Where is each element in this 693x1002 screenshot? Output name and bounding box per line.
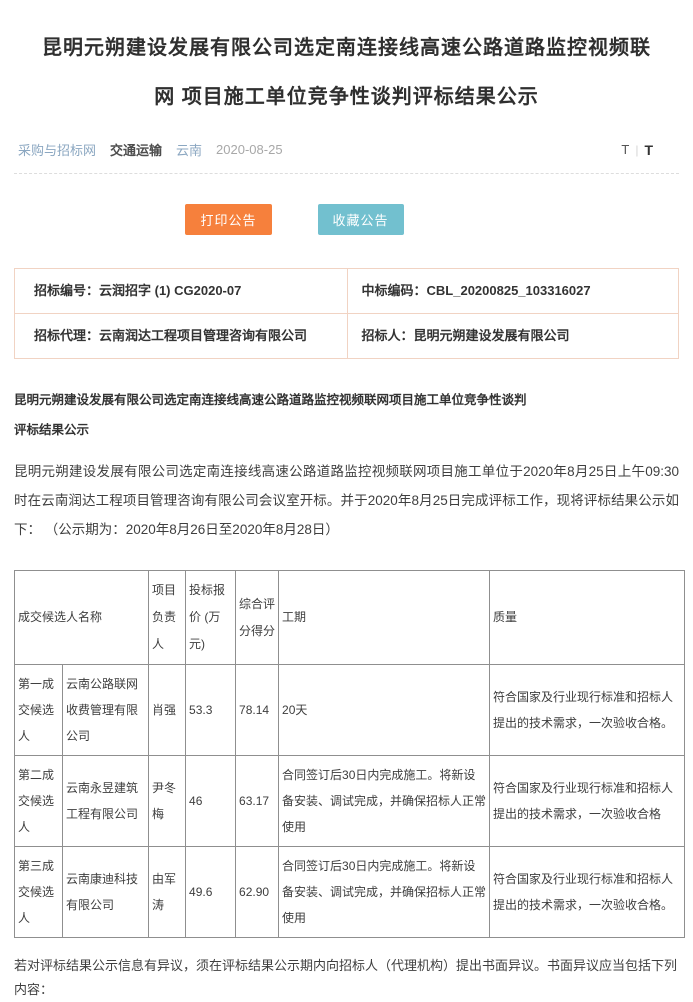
meta-bar: 采购与招标网 交通运输 云南 2020-08-25 T | T — [14, 140, 679, 174]
tender-info-box: 招标编号：云润招字 (1) CG2020-07 中标编码：CBL_2020082… — [14, 268, 679, 359]
cell-rank: 第一成交候选人 — [15, 665, 63, 756]
evaluation-result-table: 成交候选人名称 项目负责人 投标报价 (万元) 综合评分得分 工期 质量 第一成… — [14, 570, 685, 938]
cell-duration: 合同签订后30日内完成施工。将新设备安装、调试完成，并确保招标人正常使用 — [279, 847, 490, 938]
table-row: 第二成交候选人 云南永昱建筑工程有限公司 尹冬梅 46 63.17 合同签订后3… — [15, 756, 685, 847]
cell-manager: 肖强 — [149, 665, 186, 756]
tenderee-value: 昆明元朔建设发展有限公司 — [414, 328, 570, 343]
meta-info: 采购与招标网 交通运输 云南 2020-08-25 — [18, 140, 283, 159]
page-title-line1: 昆明元朔建设发展有限公司选定南连接线高速公路道路监控视频联 — [42, 37, 651, 59]
cell-rank: 第三成交候选人 — [15, 847, 63, 938]
page-title: 昆明元朔建设发展有限公司选定南连接线高速公路道路监控视频联 网 项目施工单位竞争… — [14, 24, 679, 122]
region-link[interactable]: 云南 — [176, 140, 202, 159]
agent-value: 云南润达工程项目管理咨询有限公司 — [99, 328, 307, 343]
cell-manager: 由军涛 — [149, 847, 186, 938]
table-header-row: 成交候选人名称 项目负责人 投标报价 (万元) 综合评分得分 工期 质量 — [15, 571, 685, 665]
cell-name: 云南康迪科技有限公司 — [63, 847, 149, 938]
cell-score: 78.14 — [236, 665, 279, 756]
favorite-announcement-button[interactable]: 收藏公告 — [318, 204, 404, 235]
notice-body: 昆明元朔建设发展有限公司选定南连接线高速公路道路监控视频联网项目施工单位于202… — [14, 457, 679, 544]
bid-number-value: 云润招字 (1) CG2020-07 — [99, 283, 241, 298]
cell-quality: 符合国家及行业现行标准和招标人提出的技术需求，一次验收合格 — [490, 756, 685, 847]
font-size-small-button[interactable]: T — [621, 142, 629, 157]
bid-number-cell: 招标编号：云润招字 (1) CG2020-07 — [15, 269, 347, 313]
cell-name: 云南永昱建筑工程有限公司 — [63, 756, 149, 847]
notice-heading-line1: 昆明元朔建设发展有限公司选定南连接线高速公路道路监控视频联网项目施工单位竞争性谈… — [14, 385, 679, 415]
header-quality: 质量 — [490, 571, 685, 665]
cell-duration: 20天 — [279, 665, 490, 756]
table-row: 第三成交候选人 云南康迪科技有限公司 由军涛 49.6 62.90 合同签订后3… — [15, 847, 685, 938]
cell-price: 46 — [186, 756, 236, 847]
header-manager: 项目负责人 — [149, 571, 186, 665]
tenderee-label: 招标人： — [362, 328, 414, 343]
cell-quality: 符合国家及行业现行标准和招标人提出的技术需求，一次验收合格。 — [490, 665, 685, 756]
notice-heading: 昆明元朔建设发展有限公司选定南连接线高速公路道路监控视频联网项目施工单位竞争性谈… — [14, 385, 679, 445]
win-number-value: CBL_20200825_103316027 — [427, 283, 591, 298]
category-label: 交通运输 — [110, 140, 162, 159]
font-size-divider: | — [635, 143, 638, 157]
win-number-cell: 中标编码：CBL_20200825_103316027 — [347, 269, 679, 313]
cell-manager: 尹冬梅 — [149, 756, 186, 847]
font-size-controls: T | T — [621, 142, 675, 158]
print-announcement-button[interactable]: 打印公告 — [185, 204, 271, 235]
win-number-label: 中标编码： — [362, 283, 427, 298]
cell-name: 云南公路联网收费管理有限公司 — [63, 665, 149, 756]
source-site-link[interactable]: 采购与招标网 — [18, 140, 96, 159]
header-duration: 工期 — [279, 571, 490, 665]
action-buttons: 打印公告 收藏公告 — [0, 204, 627, 235]
cell-price: 53.3 — [186, 665, 236, 756]
objection-note: 若对评标结果公示信息有异议，须在评标结果公示期内向招标人（代理机构）提出书面异议… — [14, 954, 679, 1002]
font-size-large-button[interactable]: T — [644, 142, 653, 158]
table-row: 第一成交候选人 云南公路联网收费管理有限公司 肖强 53.3 78.14 20天… — [15, 665, 685, 756]
notice-heading-line2: 评标结果公示 — [14, 415, 679, 445]
cell-price: 49.6 — [186, 847, 236, 938]
cell-score: 62.90 — [236, 847, 279, 938]
page-title-line2: 网 项目施工单位竞争性谈判评标结果公示 — [154, 86, 539, 108]
agent-cell: 招标代理：云南润达工程项目管理咨询有限公司 — [15, 313, 347, 358]
cell-quality: 符合国家及行业现行标准和招标人提出的技术需求，一次验收合格。 — [490, 847, 685, 938]
cell-rank: 第二成交候选人 — [15, 756, 63, 847]
publish-date: 2020-08-25 — [216, 142, 283, 157]
bid-number-label: 招标编号： — [34, 283, 99, 298]
header-score: 综合评分得分 — [236, 571, 279, 665]
header-candidate: 成交候选人名称 — [15, 571, 149, 665]
header-price: 投标报价 (万元) — [186, 571, 236, 665]
tenderee-cell: 招标人：昆明元朔建设发展有限公司 — [347, 313, 679, 358]
cell-score: 63.17 — [236, 756, 279, 847]
agent-label: 招标代理： — [34, 328, 99, 343]
announcement-page: 昆明元朔建设发展有限公司选定南连接线高速公路道路监控视频联 网 项目施工单位竞争… — [0, 24, 693, 1002]
cell-duration: 合同签订后30日内完成施工。将新设备安装、调试完成，并确保招标人正常使用 — [279, 756, 490, 847]
